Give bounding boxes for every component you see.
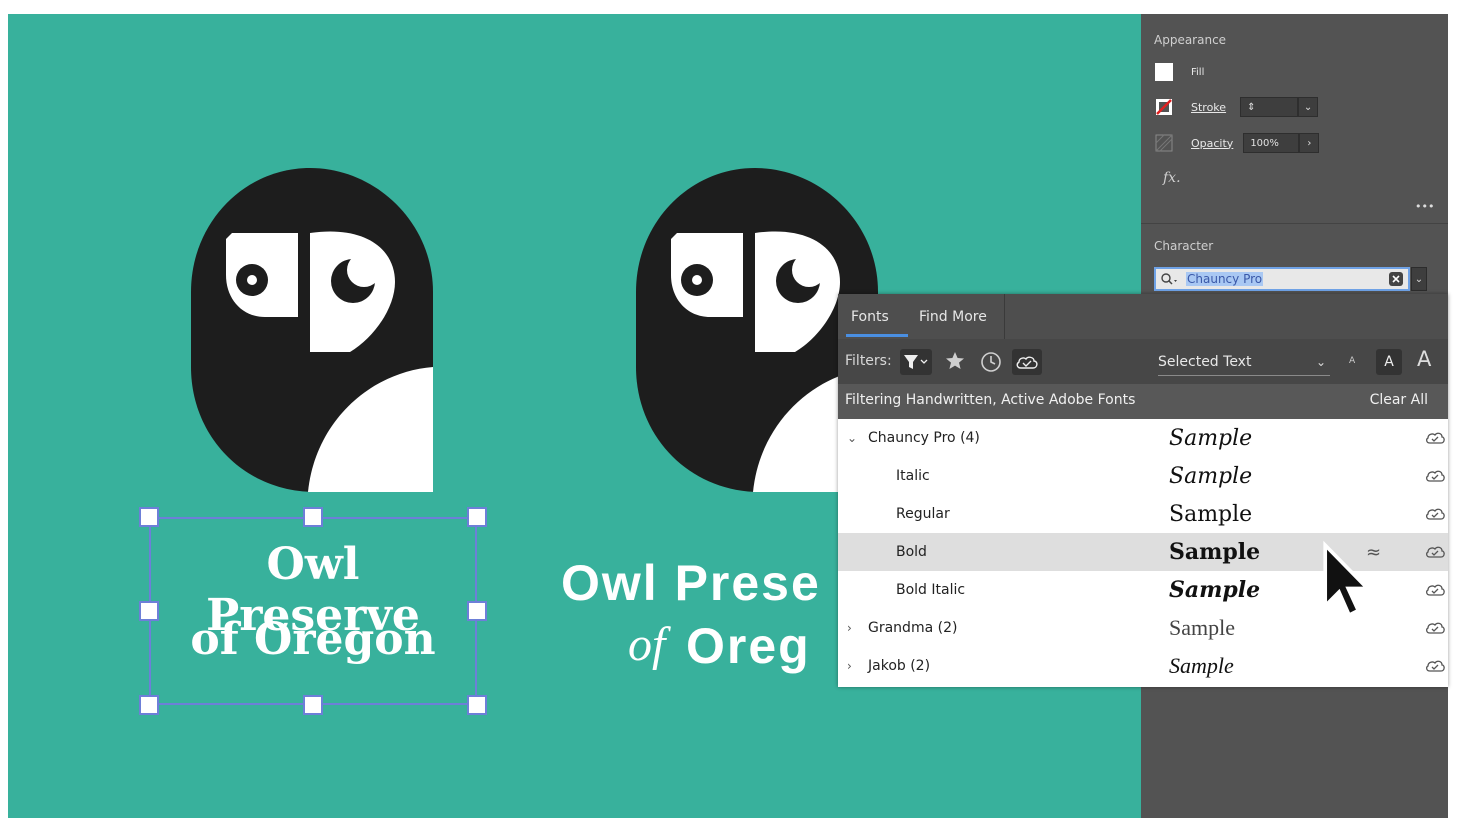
chevron-down-icon: ⌄ xyxy=(1303,101,1313,113)
sample-size-large[interactable]: A xyxy=(1417,347,1431,371)
opacity-row[interactable]: Opacity 100% › xyxy=(1155,132,1320,154)
filter-bar: Filters: Selected Text ⌄ A A A xyxy=(838,339,1448,384)
filter-classification-button[interactable] xyxy=(900,349,932,375)
sample-size-medium[interactable]: A xyxy=(1376,349,1402,375)
fill-row[interactable]: Fill xyxy=(1155,61,1204,83)
font-row-regular[interactable]: Regular Sample xyxy=(838,495,1448,533)
owl-logo-left xyxy=(191,168,433,492)
cloud-check-icon xyxy=(1426,432,1445,444)
selection-handle-tl[interactable] xyxy=(139,507,159,527)
font-row-jakob[interactable]: › Jakob (2) Sample xyxy=(838,647,1448,685)
active-tab-indicator xyxy=(846,334,908,337)
popover-tab-bar: Fonts Find More xyxy=(838,294,1448,339)
search-icon xyxy=(1161,273,1177,285)
active-fonts-filter-button[interactable] xyxy=(1012,349,1042,375)
stroke-row[interactable]: Stroke ⇕ ⌄ xyxy=(1155,96,1319,118)
cloud-check-icon xyxy=(1426,508,1445,520)
cloud-check-icon xyxy=(1426,584,1445,596)
chevron-right-icon[interactable]: › xyxy=(847,659,852,673)
recently-added-clock-icon[interactable] xyxy=(980,351,1002,373)
selection-handle-bm[interactable] xyxy=(303,695,323,715)
chevron-down-icon: ⌄ xyxy=(1414,273,1424,285)
filters-label: Filters: xyxy=(845,353,892,369)
font-name: Grandma (2) xyxy=(868,620,958,636)
font-sample: Sample xyxy=(1169,501,1253,527)
preview-select-value: Selected Text xyxy=(1158,354,1252,370)
preview-text-select[interactable]: Selected Text ⌄ xyxy=(1158,349,1330,376)
font-row-italic[interactable]: Italic Sample xyxy=(838,457,1448,495)
more-options-icon[interactable]: ••• xyxy=(1415,200,1434,213)
selection-handle-tr[interactable] xyxy=(467,507,487,527)
appearance-title: Appearance xyxy=(1154,33,1227,47)
tab-find-more[interactable]: Find More xyxy=(919,294,987,339)
chevron-down-icon: ⌄ xyxy=(1315,355,1326,369)
selection-handle-mr[interactable] xyxy=(467,601,487,621)
font-name: Italic xyxy=(896,468,930,484)
fill-label: Fill xyxy=(1191,66,1205,78)
chevron-down-icon[interactable]: ⌄ xyxy=(847,431,857,445)
font-search-input[interactable]: Chauncy Pro xyxy=(1154,267,1410,291)
font-sample: Sample xyxy=(1169,577,1261,603)
filter-status-bar: Filtering Handwritten, Active Adobe Font… xyxy=(838,384,1448,419)
selection-handle-br[interactable] xyxy=(467,695,487,715)
chevron-right-icon: › xyxy=(1307,137,1312,149)
font-search-value[interactable]: Chauncy Pro xyxy=(1186,272,1264,286)
stepper-icon[interactable]: ⇕ xyxy=(1247,102,1255,113)
section-divider xyxy=(1141,223,1448,224)
fill-swatch[interactable] xyxy=(1155,63,1173,81)
filter-icon xyxy=(904,355,928,369)
stroke-weight-field[interactable]: ⇕ xyxy=(1240,97,1299,117)
font-name: Regular xyxy=(896,506,950,522)
stroke-swatch-none-icon[interactable] xyxy=(1155,98,1173,116)
clear-all-link[interactable]: Clear All xyxy=(1370,392,1428,408)
tab-fonts[interactable]: Fonts xyxy=(851,294,889,339)
font-name: Bold Italic xyxy=(896,582,966,598)
effects-fx-icon[interactable]: fx. xyxy=(1163,170,1181,186)
stroke-weight-dropdown[interactable]: ⌄ xyxy=(1298,97,1319,117)
font-sample: Sample xyxy=(1169,653,1234,678)
stroke-label[interactable]: Stroke xyxy=(1191,101,1226,114)
font-name: Chauncy Pro (4) xyxy=(868,430,980,446)
favorites-star-icon[interactable] xyxy=(945,351,965,371)
opacity-icon xyxy=(1155,134,1173,152)
cloud-check-icon xyxy=(1426,470,1445,482)
sample-size-small[interactable]: A xyxy=(1349,356,1355,366)
font-sample: Sample xyxy=(1169,539,1261,565)
selection-handle-tm[interactable] xyxy=(303,507,323,527)
font-sample: Sample xyxy=(1169,425,1253,451)
opacity-label[interactable]: Opacity xyxy=(1191,137,1233,150)
chevron-right-icon[interactable]: › xyxy=(847,621,852,635)
text-selection-box[interactable] xyxy=(149,517,477,705)
cloud-check-icon xyxy=(1426,660,1445,672)
cloud-check-icon xyxy=(1426,622,1445,634)
opacity-slider-button[interactable]: › xyxy=(1299,133,1320,153)
cloud-check-icon xyxy=(1016,356,1038,369)
font-name: Jakob (2) xyxy=(868,658,931,674)
font-row-chauncy-pro[interactable]: ⌄ Chauncy Pro (4) Sample xyxy=(838,419,1448,457)
font-family-dropdown[interactable]: ⌄ xyxy=(1411,267,1427,291)
tab-divider xyxy=(1004,294,1005,339)
clear-icon[interactable] xyxy=(1388,271,1404,287)
logo-text-of-right[interactable]: of xyxy=(628,617,665,672)
selection-handle-bl[interactable] xyxy=(139,695,159,715)
font-sample: Sample xyxy=(1169,463,1253,489)
font-sample: Sample xyxy=(1169,615,1235,640)
mouse-cursor-icon xyxy=(1323,540,1370,618)
character-title: Character xyxy=(1154,239,1214,253)
cloud-check-icon xyxy=(1426,546,1445,558)
opacity-field[interactable]: 100% xyxy=(1243,133,1300,153)
filter-status-text: Filtering Handwritten, Active Adobe Font… xyxy=(845,392,1136,408)
font-name: Bold xyxy=(896,544,927,560)
selection-handle-ml[interactable] xyxy=(139,601,159,621)
